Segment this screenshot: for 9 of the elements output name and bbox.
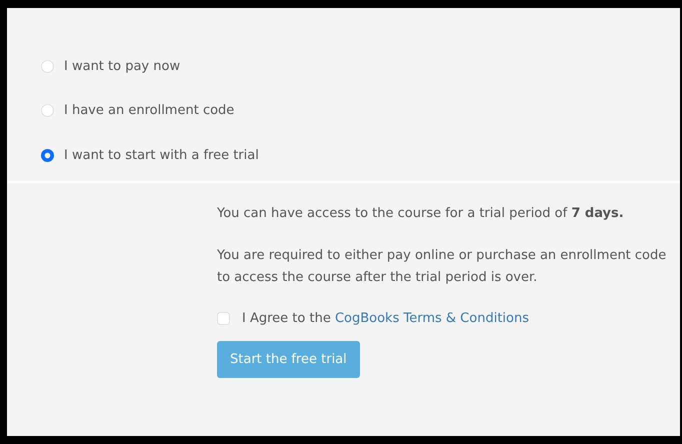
option-label[interactable]: I want to pay now xyxy=(64,56,180,76)
option-label[interactable]: I want to start with a free trial xyxy=(64,146,259,165)
payment-radio[interactable] xyxy=(41,148,54,162)
agree-label[interactable]: I Agree to the xyxy=(242,311,335,326)
option-label[interactable]: I have an enrollment code xyxy=(64,101,234,120)
trial-notice: You can have access to the course for a trial period of 7 days. xyxy=(217,205,625,223)
agree-checkbox[interactable] xyxy=(217,312,230,326)
terms-link[interactable]: CogBooks Terms & Conditions xyxy=(334,311,529,326)
trial-requirement: You are required to either pay online or purchase an enrollment code to access the course after the trial period is over. xyxy=(217,247,667,287)
